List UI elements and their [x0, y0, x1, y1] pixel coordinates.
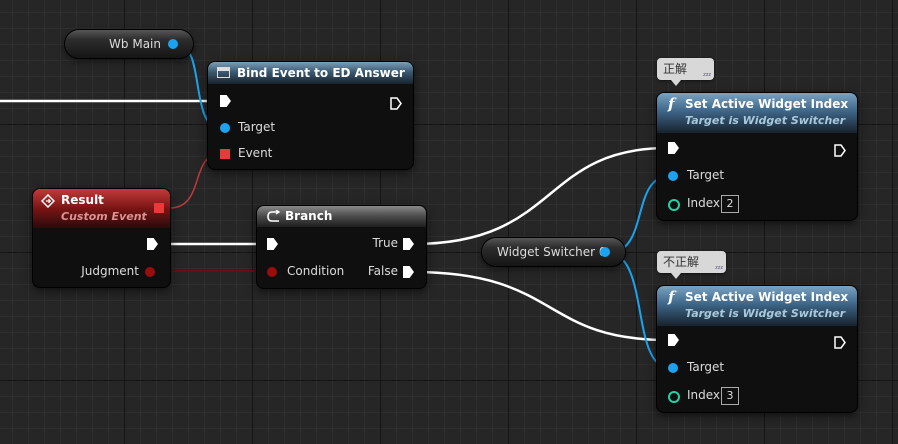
branch-condition-label: Condition: [287, 264, 345, 278]
comment-incorrect-tag: zzz: [715, 265, 723, 271]
function-icon: f: [668, 288, 675, 306]
comment-correct[interactable]: 正解 zzz: [657, 58, 714, 86]
bind-event-event-pin[interactable]: [220, 149, 230, 159]
comment-correct-tag: zzz: [703, 72, 711, 78]
set-index-1-index-label: Index: [687, 196, 721, 210]
branch-true-label: True: [372, 236, 399, 250]
branch-header: Branch: [257, 206, 426, 227]
widget-switcher-label: Widget Switcher 0: [497, 245, 607, 259]
result-event-exec-out-pin[interactable]: [147, 238, 158, 250]
bind-event-exec-in-pin[interactable]: [220, 95, 231, 107]
bind-event-event-label: Event: [238, 146, 273, 160]
bind-event-exec-out-pin[interactable]: [390, 95, 402, 110]
wb-main-label: Wb Main: [109, 37, 161, 51]
result-event-header: Result Custom Event: [33, 189, 170, 228]
set-index-1-exec-out-pin[interactable]: [834, 142, 846, 157]
comment-incorrect[interactable]: 不正解 zzz: [657, 251, 726, 279]
comment-correct-text: 正解: [663, 62, 688, 76]
result-event-judgment-pin[interactable]: [145, 267, 155, 277]
exec-wire-true-set1: [412, 146, 669, 246]
result-event-delegate-pin[interactable]: [154, 203, 164, 213]
branch-false-pin[interactable]: [403, 266, 414, 278]
set-active-widget-index-node-1[interactable]: f Set Active Widget Index Target is Widg…: [657, 93, 857, 220]
result-event-title: Result: [61, 193, 104, 207]
set-index-2-exec-in-pin[interactable]: [668, 334, 679, 346]
result-event-subtitle: Custom Event: [61, 210, 147, 223]
set-index-1-subtitle: Target is Widget Switcher: [685, 114, 846, 127]
set-index-2-title: Set Active Widget Index: [685, 290, 849, 304]
comment-incorrect-text: 不正解: [663, 255, 700, 269]
result-custom-event-node[interactable]: Result Custom Event Judgment: [33, 189, 170, 287]
set-index-2-subtitle: Target is Widget Switcher: [685, 307, 846, 320]
set-index-1-title: Set Active Widget Index: [685, 97, 849, 111]
branch-title: Branch: [285, 209, 333, 223]
function-icon: f: [668, 95, 675, 113]
branch-true-pin[interactable]: [403, 238, 414, 250]
exec-wire-false-set2: [412, 270, 669, 342]
set-index-1-target-label: Target: [687, 168, 725, 182]
widget-switcher-variable-node[interactable]: Widget Switcher 0: [482, 238, 625, 266]
bind-event-target-pin[interactable]: [220, 123, 230, 133]
wb-main-variable-node[interactable]: Wb Main: [65, 30, 193, 58]
branch-condition-pin[interactable]: [267, 267, 277, 277]
set-index-1-index-field[interactable]: 2: [721, 195, 739, 213]
set-index-2-index-label: Index: [687, 388, 721, 402]
set-index-2-target-label: Target: [687, 360, 725, 374]
bind-event-title: Bind Event to ED Answer: [237, 66, 405, 80]
window-icon: [217, 67, 230, 78]
event-diamond-icon: [41, 194, 55, 208]
set-index-2-exec-out-pin[interactable]: [834, 334, 846, 349]
bind-event-target-label: Target: [238, 120, 276, 134]
set-index-1-header: f Set Active Widget Index Target is Widg…: [657, 93, 857, 133]
set-index-2-header: f Set Active Widget Index Target is Widg…: [657, 286, 857, 326]
branch-exec-in-pin[interactable]: [267, 238, 278, 250]
widget-switcher-output-pin[interactable]: [600, 247, 610, 257]
branch-node[interactable]: Branch True Condition False: [257, 206, 426, 288]
set-index-1-index-pin[interactable]: [668, 199, 680, 211]
bind-event-node[interactable]: Bind Event to ED Answer Target Event: [208, 62, 413, 169]
result-event-judgment-label: Judgment: [81, 264, 139, 278]
set-index-1-target-pin[interactable]: [668, 171, 678, 181]
set-index-2-index-pin[interactable]: [668, 391, 680, 403]
branch-icon: [267, 210, 280, 222]
branch-false-label: False: [367, 264, 398, 278]
set-index-1-exec-in-pin[interactable]: [668, 142, 679, 154]
set-index-2-index-field[interactable]: 3: [721, 387, 739, 405]
wb-main-output-pin[interactable]: [168, 39, 178, 49]
set-active-widget-index-node-2[interactable]: f Set Active Widget Index Target is Widg…: [657, 286, 857, 412]
set-index-2-target-pin[interactable]: [668, 363, 678, 373]
bind-event-header: Bind Event to ED Answer: [208, 62, 413, 84]
